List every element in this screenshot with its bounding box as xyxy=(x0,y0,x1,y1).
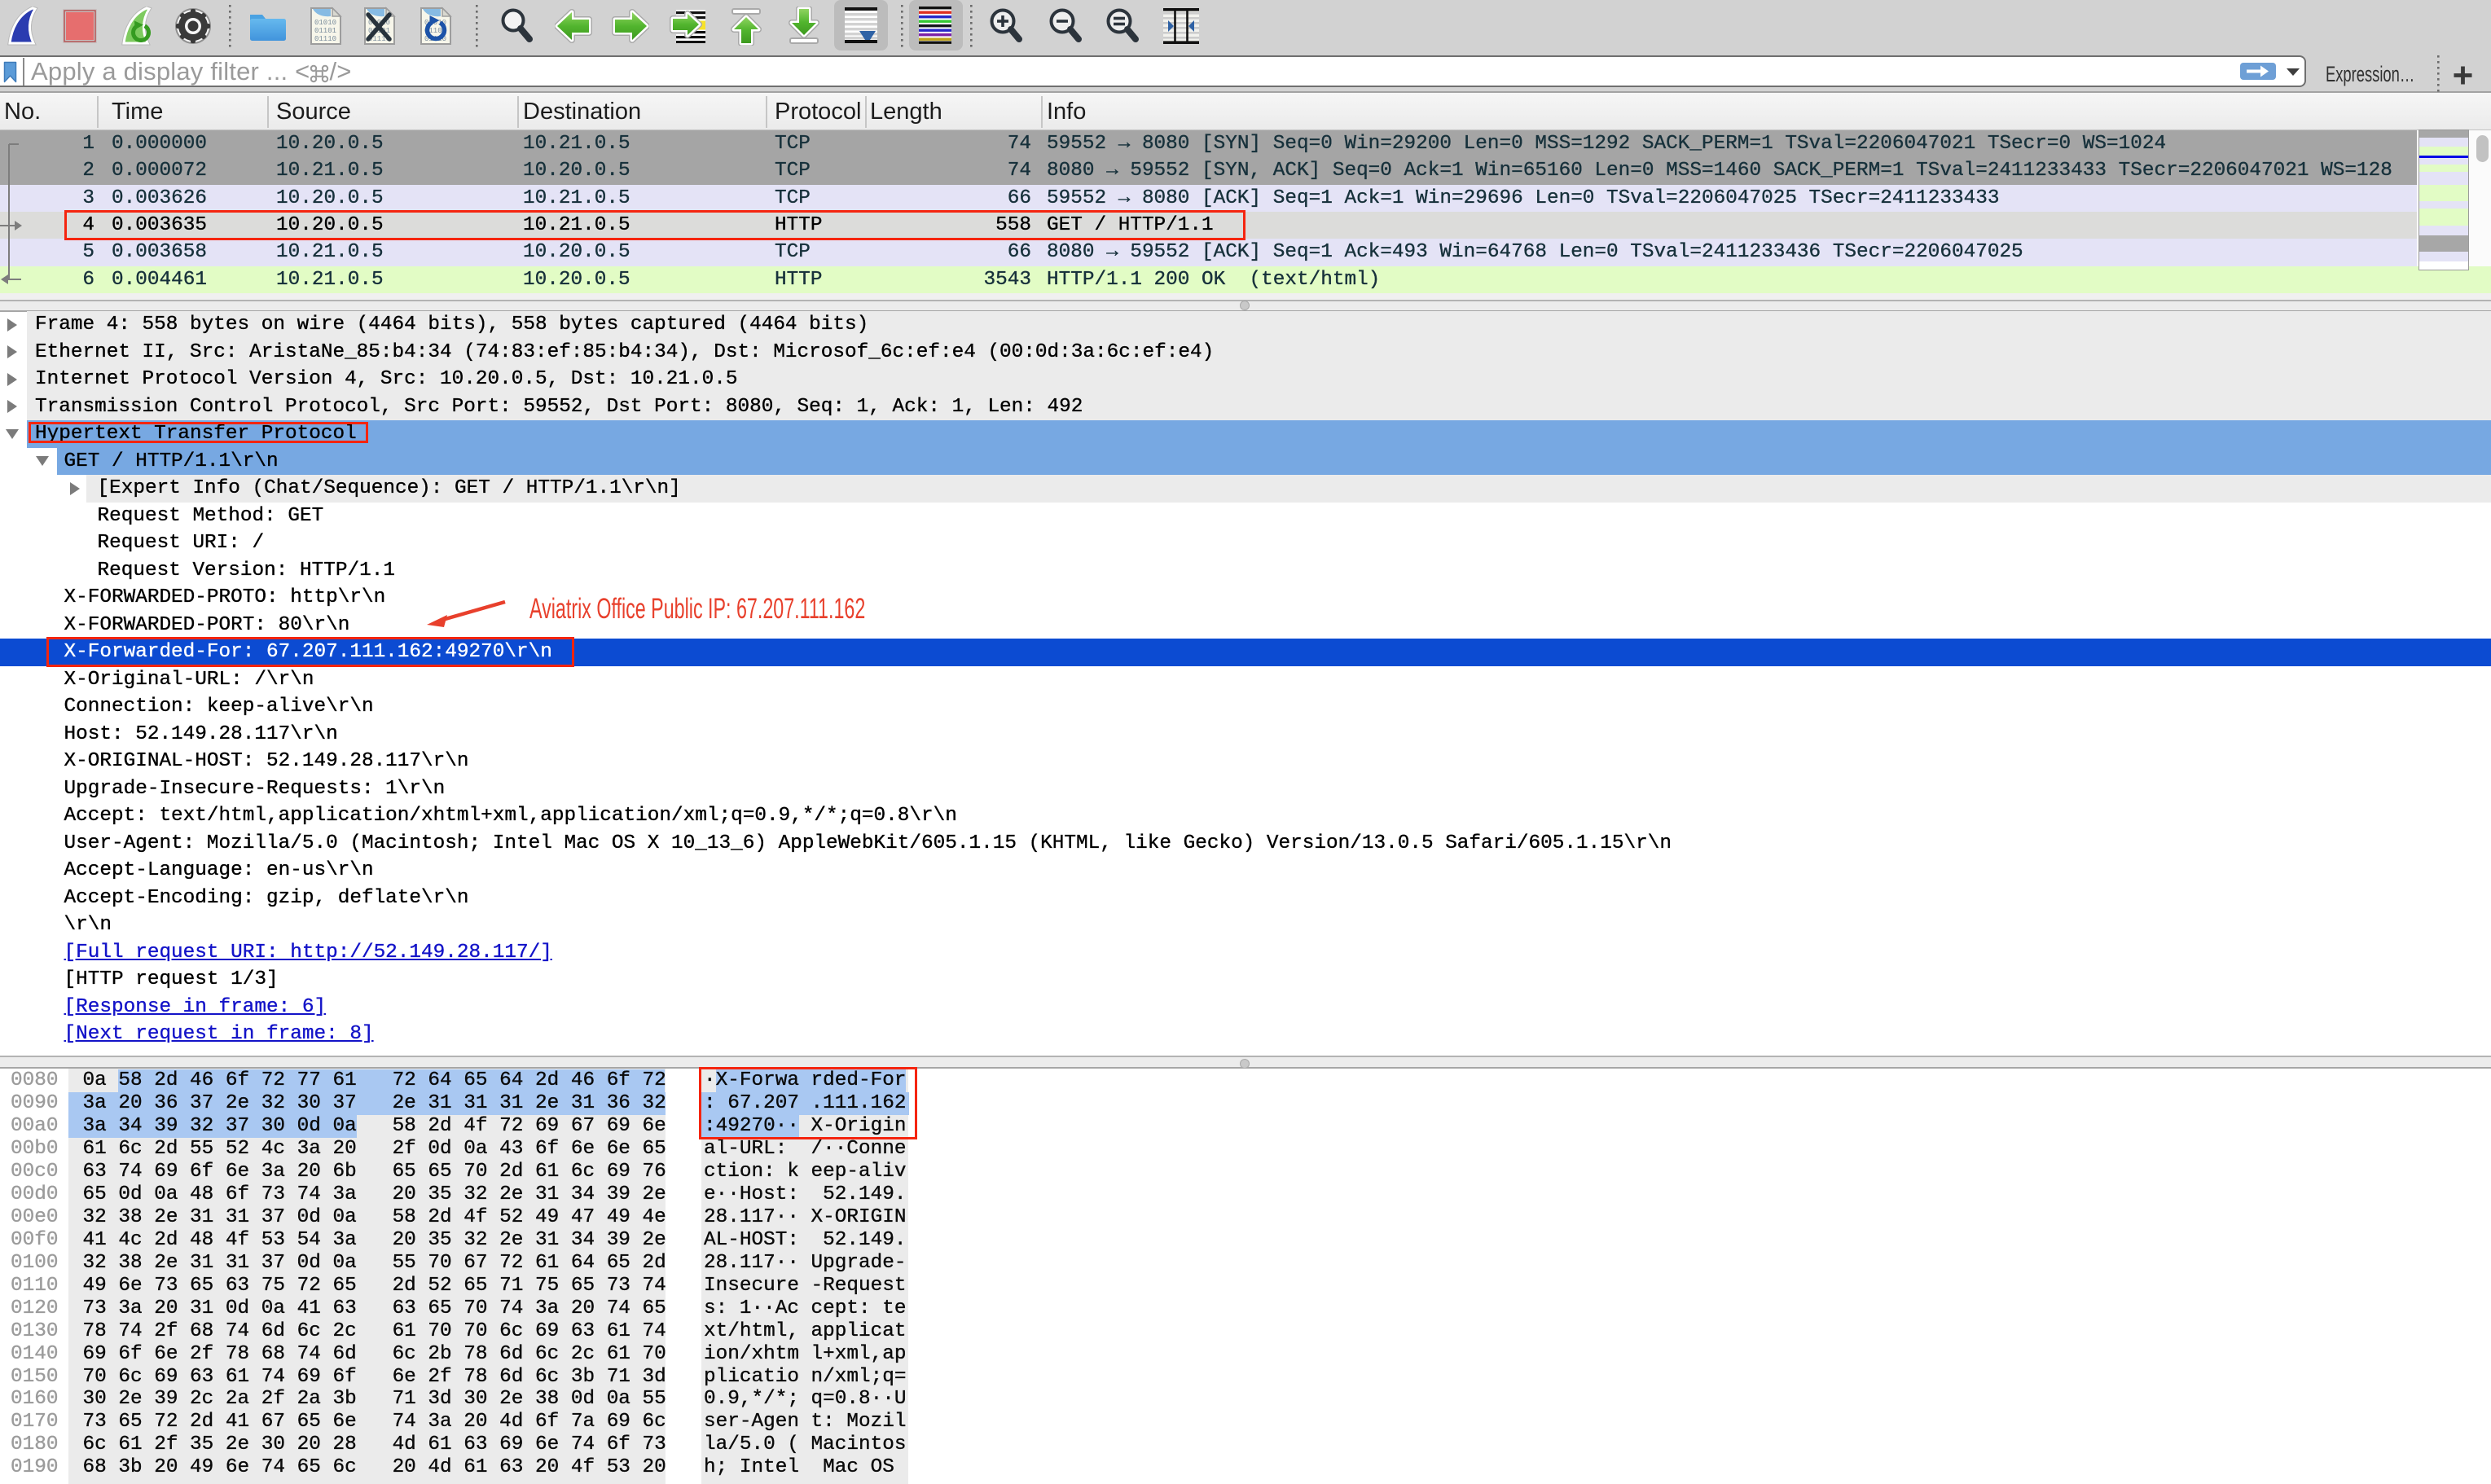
svg-text:01101: 01101 xyxy=(314,27,336,35)
svg-text:01010: 01010 xyxy=(314,19,336,27)
svg-text:01110: 01110 xyxy=(314,35,336,43)
